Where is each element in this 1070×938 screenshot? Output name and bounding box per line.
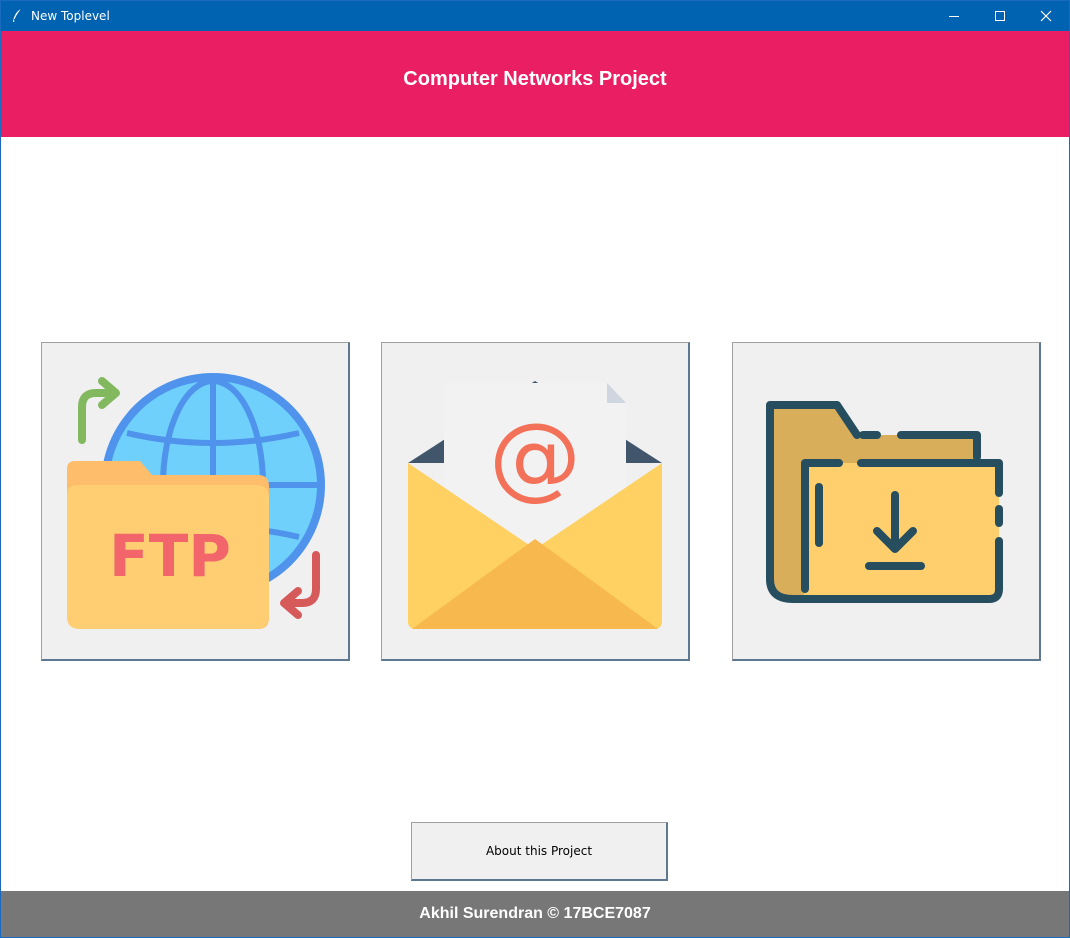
ftp-label: FTP: [109, 522, 231, 590]
maximize-icon: [995, 11, 1005, 21]
feather-icon: [13, 8, 22, 22]
ftp-button[interactable]: FTP: [41, 342, 350, 661]
page-title: Computer Networks Project: [403, 67, 667, 90]
email-envelope-icon: @: [408, 381, 662, 629]
title-bar[interactable]: New Toplevel: [1, 1, 1069, 31]
app-header: Computer Networks Project: [1, 31, 1069, 137]
footer: Akhil Surendran © 17BCE7087: [1, 891, 1069, 937]
minimize-icon: [949, 16, 959, 17]
maximize-button[interactable]: [977, 1, 1023, 31]
download-folder-button[interactable]: [732, 342, 1041, 661]
close-button[interactable]: [1023, 1, 1069, 31]
folder-download-icon: [766, 401, 1003, 603]
about-project-button[interactable]: About this Project: [411, 822, 668, 881]
minimize-button[interactable]: [931, 1, 977, 31]
footer-credit: Akhil Surendran © 17BCE7087: [419, 905, 651, 922]
window-title: New Toplevel: [31, 9, 110, 23]
email-button[interactable]: @: [381, 342, 690, 661]
close-icon: [1040, 10, 1052, 22]
app-window: New Toplevel Computer Networks Project F…: [0, 0, 1070, 938]
ftp-folder-globe-icon: FTP: [67, 373, 325, 629]
at-sign-label: @: [489, 403, 581, 510]
